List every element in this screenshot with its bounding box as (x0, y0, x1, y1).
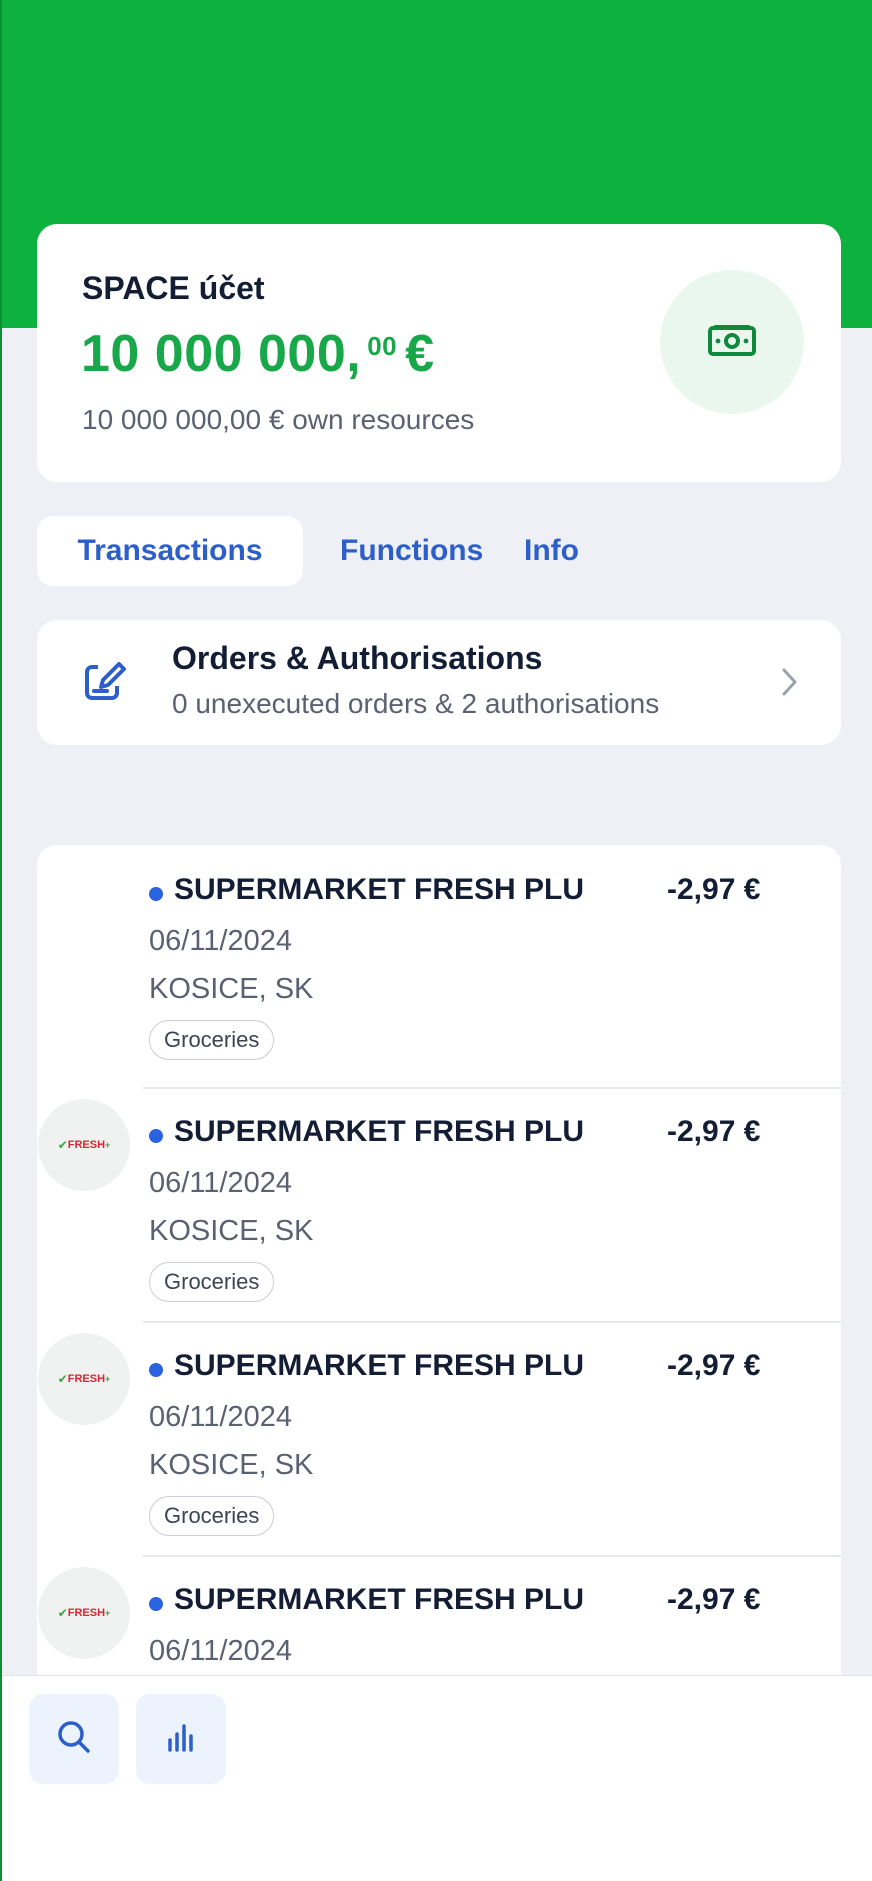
plus-icon: + (105, 1608, 111, 1618)
bottom-bar (0, 1675, 872, 1881)
transaction-date: 06/11/2024 (149, 1635, 292, 1667)
row-divider (143, 1087, 841, 1089)
own-resources: 10 000 000,00 € own resources (82, 404, 475, 435)
left-edge (0, 0, 2, 1881)
bar-chart-icon (164, 1720, 198, 1759)
account-name: SPACE účet (82, 270, 265, 306)
transaction-row[interactable]: ✔ FRESH + SUPERMARKET FRESH PLU -2,97 € 06… (37, 1555, 841, 1685)
merchant-logo: ✔ FRESH + (38, 1567, 130, 1659)
search-button[interactable] (29, 1694, 119, 1784)
plus-icon: + (105, 1140, 111, 1150)
row-divider (143, 1321, 841, 1323)
statistics-button[interactable] (136, 1694, 226, 1784)
leaf-icon: ✔ (57, 1372, 68, 1386)
balance-main: 10 000 000, (81, 325, 362, 383)
unread-dot (149, 1129, 163, 1143)
transaction-merchant: SUPERMARKET FRESH PLU (174, 1583, 585, 1616)
orders-subtitle: 0 unexecuted orders & 2 authorisations (172, 688, 660, 719)
tab-functions[interactable]: Functions (340, 516, 483, 586)
account-icon-circle[interactable] (660, 270, 804, 414)
tab-info[interactable]: Info (524, 516, 579, 586)
banknote-icon (708, 323, 756, 362)
transaction-date: 06/11/2024 (149, 925, 292, 957)
transaction-location: KOSICE, SK (149, 1215, 314, 1247)
transaction-row[interactable]: ✔ FRESH + SUPERMARKET FRESH PLU -2,97 € 06… (37, 1321, 841, 1555)
category-tag[interactable]: Groceries (149, 1262, 275, 1302)
transaction-amount: -2,97 € (667, 1115, 761, 1148)
category-tag[interactable]: Groceries (149, 1496, 275, 1536)
merchant-logo: ✔ FRESH + (38, 1099, 130, 1191)
transaction-merchant: SUPERMARKET FRESH PLU (174, 873, 585, 906)
unread-dot (149, 1363, 163, 1377)
transaction-row[interactable]: ✔ FRESH + SUPERMARKET FRESH PLU -2,97 € 06… (37, 1087, 841, 1321)
transaction-location: KOSICE, SK (149, 1449, 314, 1481)
unread-dot (149, 1597, 163, 1611)
chevron-right-icon (779, 664, 801, 700)
transaction-row[interactable]: SUPERMARKET FRESH PLU -2,97 € 06/11/2024… (37, 845, 841, 1079)
plus-icon: + (105, 1374, 111, 1384)
orders-title: Orders & Authorisations (172, 640, 543, 676)
merchant-logo: ✔ FRESH + (38, 1333, 130, 1425)
transaction-date: 06/11/2024 (149, 1167, 292, 1199)
search-icon (54, 1717, 94, 1762)
leaf-icon: ✔ (57, 1138, 68, 1152)
row-divider (143, 1555, 841, 1557)
transaction-amount: -2,97 € (667, 873, 761, 906)
tab-transactions[interactable]: Transactions (37, 516, 303, 586)
leaf-icon: ✔ (57, 1606, 68, 1620)
transaction-date: 06/11/2024 (149, 1401, 292, 1433)
orders-authorisations-card[interactable]: Orders & Authorisations 0 unexecuted ord… (37, 620, 841, 745)
account-card[interactable]: SPACE účet 10 000 000, 00 € 10 000 000,00 … (37, 224, 841, 482)
balance-currency: € (405, 325, 435, 383)
category-tag[interactable]: Groceries (149, 1020, 275, 1060)
account-balance: 10 000 000, 00 € (81, 324, 435, 384)
transaction-location: KOSICE, SK (149, 973, 314, 1005)
transaction-merchant: SUPERMARKET FRESH PLU (174, 1115, 585, 1148)
transaction-amount: -2,97 € (667, 1583, 761, 1616)
transactions-list: SUPERMARKET FRESH PLU -2,97 € 06/11/2024… (37, 845, 841, 1685)
transaction-amount: -2,97 € (667, 1349, 761, 1382)
unread-dot (149, 887, 163, 901)
balance-cents: 00 (367, 331, 398, 361)
transaction-merchant: SUPERMARKET FRESH PLU (174, 1349, 585, 1382)
edit-icon (83, 660, 127, 704)
